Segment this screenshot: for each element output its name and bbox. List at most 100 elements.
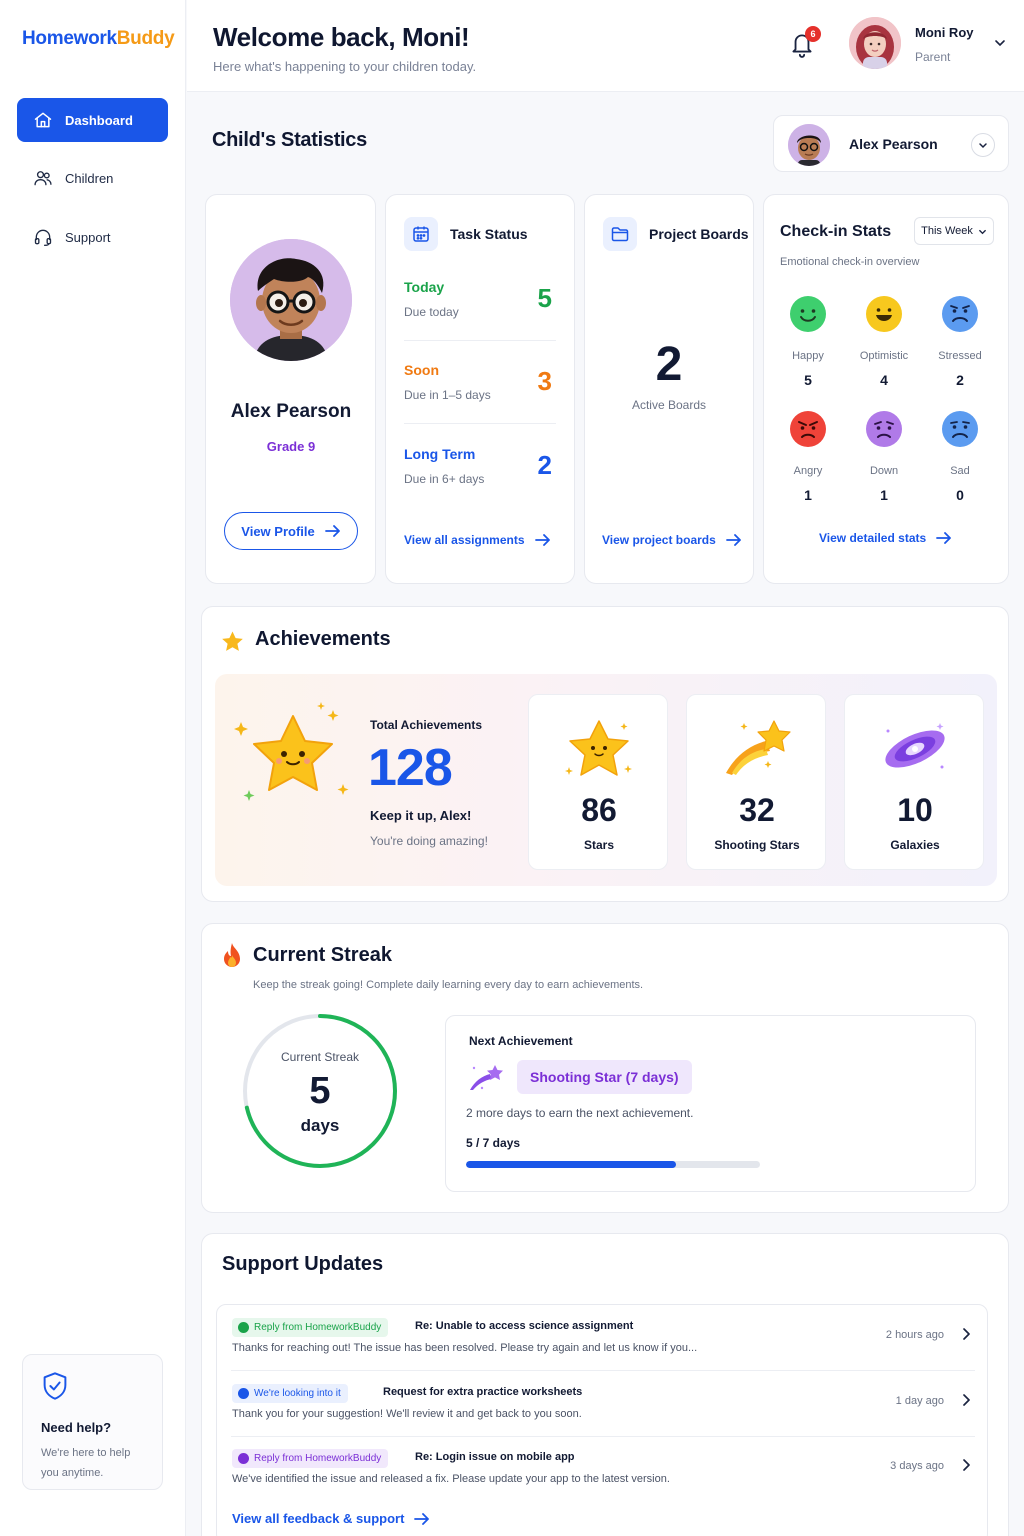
list-item[interactable]: Reply from HomeworkBuddy Re: Login issue… (217, 1436, 989, 1501)
stressed-face-icon (942, 296, 978, 332)
achievements-note: You're doing amazing! (370, 834, 488, 848)
brand-part-2: Buddy (116, 28, 175, 49)
support-list: Reply from HomeworkBuddy Re: Unable to a… (216, 1304, 988, 1536)
achievement-tile-galaxies[interactable]: 10 Galaxies (844, 694, 984, 870)
child-selector-toggle[interactable] (971, 133, 995, 157)
help-card[interactable]: Need help? We're here to help you anytim… (22, 1354, 163, 1490)
task-row-long-term[interactable]: Long Term Due in 6+ days 2 (404, 446, 556, 486)
support-message: Thank you for your suggestion! We'll rev… (232, 1408, 582, 1420)
star-icon (222, 631, 243, 651)
section-title-statistics: Child's Statistics (212, 129, 367, 151)
task-row-soon[interactable]: Soon Due in 1–5 days 3 (404, 362, 556, 402)
help-title: Need help? (41, 1420, 112, 1435)
view-detailed-stats-link[interactable]: View detailed stats (819, 531, 952, 545)
brand-logo[interactable]: HomeworkBuddy (22, 28, 175, 50)
next-achievement-progress-bar (466, 1161, 760, 1168)
emotion-name: Angry (793, 465, 823, 477)
streak-days-value: 5 (309, 1070, 331, 1112)
emotion-optimistic: Optimistic 4 (846, 295, 922, 388)
total-achievements-label: Total Achievements (370, 718, 483, 732)
avatar[interactable] (849, 17, 901, 69)
emotion-count: 2 (956, 372, 964, 388)
support-subject: Re: Login issue on mobile app (415, 1451, 575, 1463)
page-subtitle: Here what's happening to your children t… (213, 59, 477, 74)
help-text: We're here to help you anytime. (41, 1447, 131, 1479)
avatar (230, 239, 352, 361)
view-profile-button[interactable]: View Profile (224, 512, 358, 550)
calendar-icon (404, 217, 438, 251)
task-row-today[interactable]: Today Due today 5 (404, 279, 556, 319)
view-all-feedback-link[interactable]: View all feedback & support (232, 1511, 430, 1526)
sidebar-item-label: Support (65, 229, 111, 245)
flame-icon (224, 943, 240, 967)
stars-label: Stars (583, 838, 615, 852)
shooting-stars-label: Shooting Stars (714, 838, 800, 852)
emotion-count: 5 (804, 372, 812, 388)
project-boards-card: Project Boards 2 Active Boards View proj… (584, 194, 754, 584)
check-icon (238, 1322, 249, 1333)
emotion-count: 4 (880, 372, 888, 388)
checkin-title: Check-in Stats (780, 223, 892, 240)
support-time: 1 day ago (895, 1395, 944, 1407)
list-item[interactable]: Reply from HomeworkBuddy Re: Unable to a… (217, 1305, 989, 1370)
task-status-title: Task Status (450, 226, 528, 242)
arrow-right-icon (936, 532, 952, 544)
top-header: Welcome back, Moni! Here what's happenin… (187, 0, 1024, 92)
chat-icon (238, 1453, 249, 1464)
emotion-angry: Angry 1 (770, 410, 846, 503)
support-message: We've identified the issue and released … (232, 1473, 670, 1485)
achievements-banner: Total Achievements 128 Keep it up, Alex!… (215, 674, 997, 886)
shooting-stars-count: 32 (739, 792, 775, 828)
next-achievement-title: Next Achievement (469, 1034, 573, 1048)
status-badge: We're looking into it (232, 1384, 348, 1403)
task-row-due: Due in 6+ days (404, 472, 485, 486)
arrow-right-icon (725, 534, 741, 546)
support-section: Support Updates Reply from HomeworkBuddy… (201, 1233, 1009, 1536)
arrow-right-icon (324, 525, 340, 537)
checkin-stats-card: Check-in Stats This Week Emotional check… (763, 194, 1009, 584)
home-icon (34, 112, 52, 128)
sidebar-item-support[interactable]: Support (17, 215, 168, 259)
shooting-star-icon (470, 1065, 503, 1090)
link-label: View project boards (602, 533, 716, 547)
chevron-right-icon[interactable] (960, 1327, 972, 1341)
chevron-right-icon[interactable] (960, 1393, 972, 1407)
streak-subtitle: Keep the streak going! Complete daily le… (253, 979, 644, 991)
profile-card: Alex Pearson Grade 9 View Profile (205, 194, 376, 584)
active-boards-label: Active Boards (631, 398, 707, 412)
status-badge-label: We're looking into it (254, 1388, 341, 1399)
streak-days-unit: days (300, 1116, 340, 1135)
period-label: This Week (921, 225, 973, 237)
list-item[interactable]: We're looking into it Request for extra … (217, 1371, 989, 1436)
sidebar-item-dashboard[interactable]: Dashboard (17, 98, 168, 142)
link-label: View detailed stats (819, 531, 927, 545)
project-boards-title: Project Boards (649, 226, 749, 242)
divider (404, 340, 556, 341)
angry-face-icon (790, 411, 826, 447)
view-all-assignments-link[interactable]: View all assignments (404, 533, 551, 547)
view-project-boards-link[interactable]: View project boards (602, 533, 742, 547)
sidebar-item-children[interactable]: Children (17, 156, 168, 200)
view-profile-label: View Profile (241, 523, 315, 539)
emotion-name: Sad (950, 465, 970, 477)
chevron-down-icon[interactable] (993, 36, 1007, 50)
streak-title: Current Streak (253, 944, 392, 966)
child-selector[interactable]: Alex Pearson (773, 115, 1009, 172)
chevron-right-icon[interactable] (960, 1458, 972, 1472)
down-face-icon (866, 411, 902, 447)
child-name: Alex Pearson (230, 401, 352, 422)
sad-face-icon (942, 411, 978, 447)
period-dropdown[interactable]: This Week (914, 217, 994, 245)
chevron-down-icon (979, 143, 987, 149)
user-role: Parent (915, 50, 951, 64)
brand-part-1: Homework (22, 28, 117, 49)
achievement-tile-stars[interactable]: 86 Stars (528, 694, 668, 870)
galaxies-label: Galaxies (890, 838, 940, 852)
arrow-right-icon (534, 534, 550, 546)
emotion-name: Stressed (938, 350, 982, 362)
achievements-title: Achievements (255, 628, 391, 650)
achievement-tile-shooting-stars[interactable]: 32 Shooting Stars (686, 694, 826, 870)
task-row-label: Today (404, 279, 445, 295)
galaxies-count: 10 (897, 792, 933, 828)
next-achievement-remaining: 2 more days to earn the next achievement… (466, 1106, 694, 1120)
